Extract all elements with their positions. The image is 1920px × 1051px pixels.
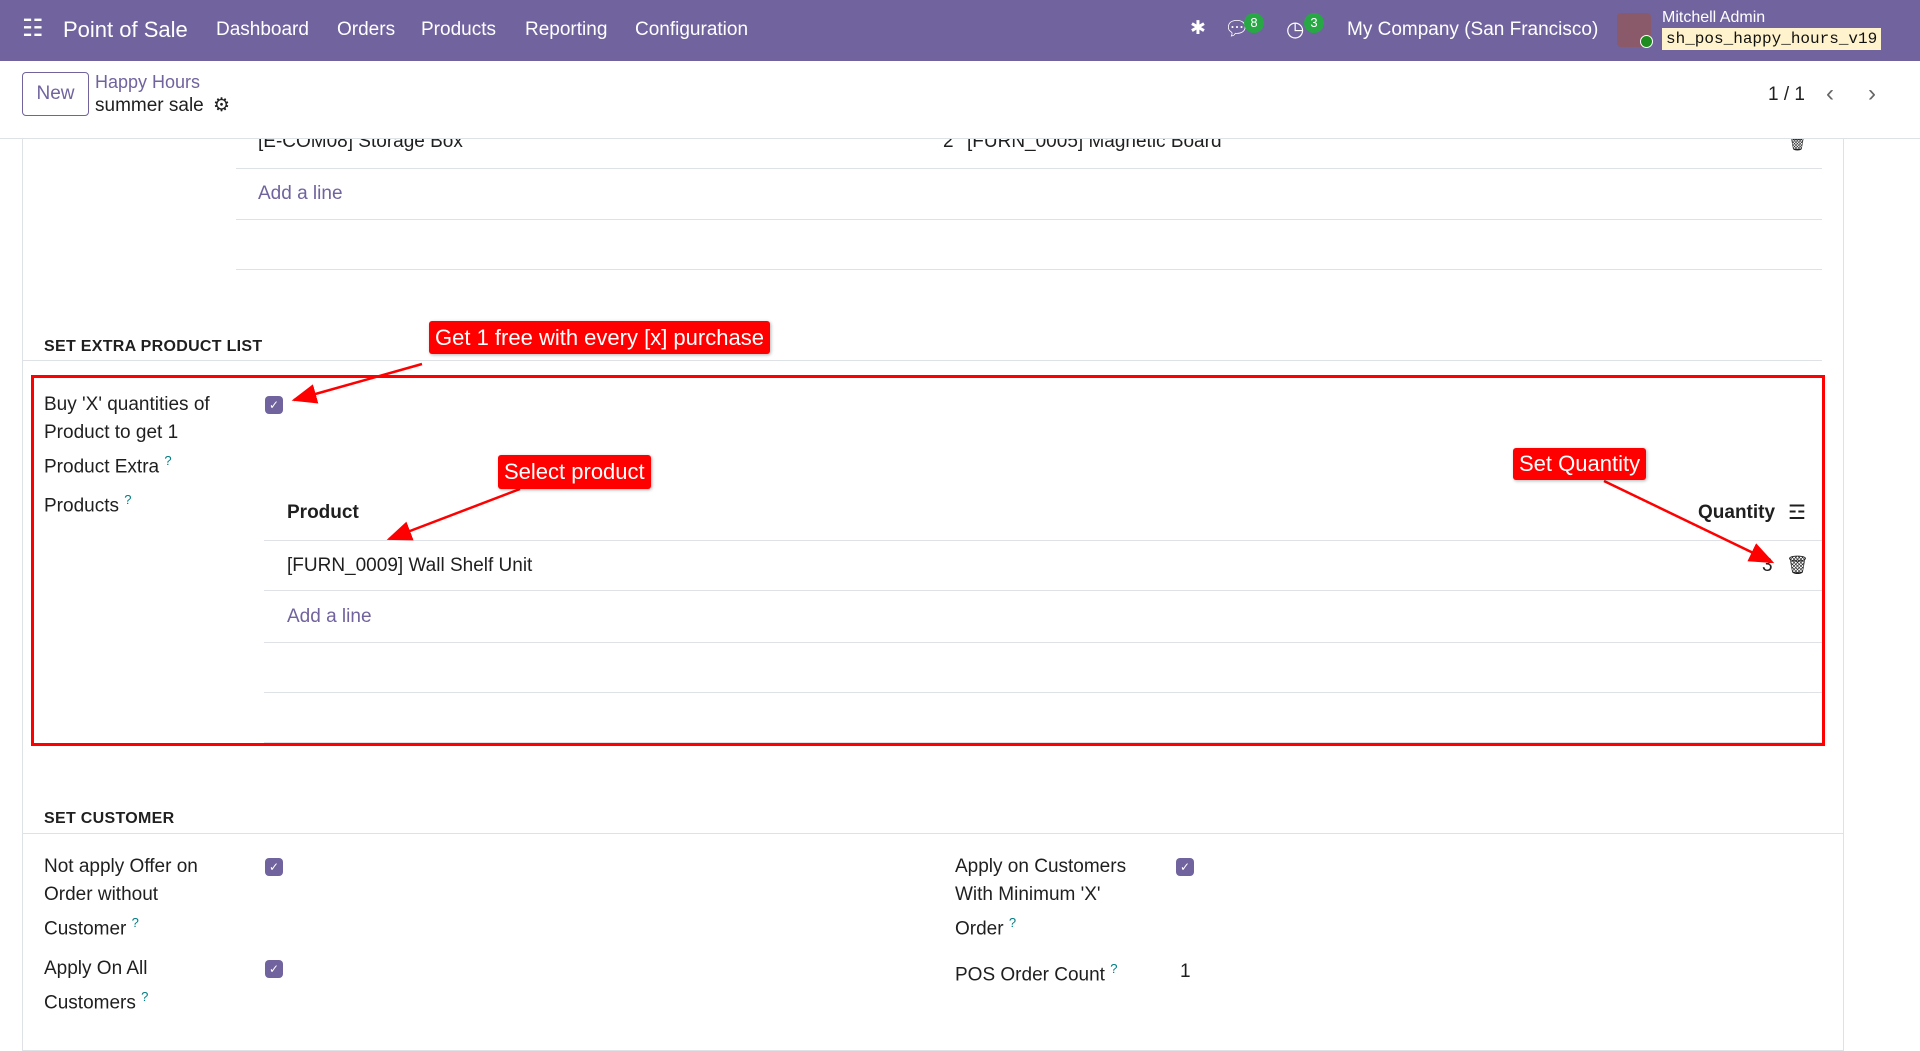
pager-next-icon[interactable]: › [1868,80,1876,108]
arrow-to-checkbox [291,362,423,404]
annotation-set-quantity: Set Quantity [1513,448,1647,480]
pager-value[interactable]: 1 / 1 [1768,84,1805,106]
gear-icon[interactable]: ⚙ [213,94,230,117]
control-panel: New Happy Hours summer sale ⚙ 1 / 1 ‹ › [0,61,1920,139]
record-name: summer sale [95,95,204,116]
arrow-to-quantity [1603,479,1775,564]
annotation-arrows [291,362,1775,564]
arrow-to-product [386,487,521,541]
pager-previous-icon[interactable]: ‹ [1826,80,1834,108]
new-button[interactable]: New [22,72,89,116]
breadcrumb-happy-hours[interactable]: Happy Hours [95,72,200,93]
annotation-free: Get 1 free with every [x] purchase [429,321,770,354]
annotation-select-product: Select product [498,455,651,489]
